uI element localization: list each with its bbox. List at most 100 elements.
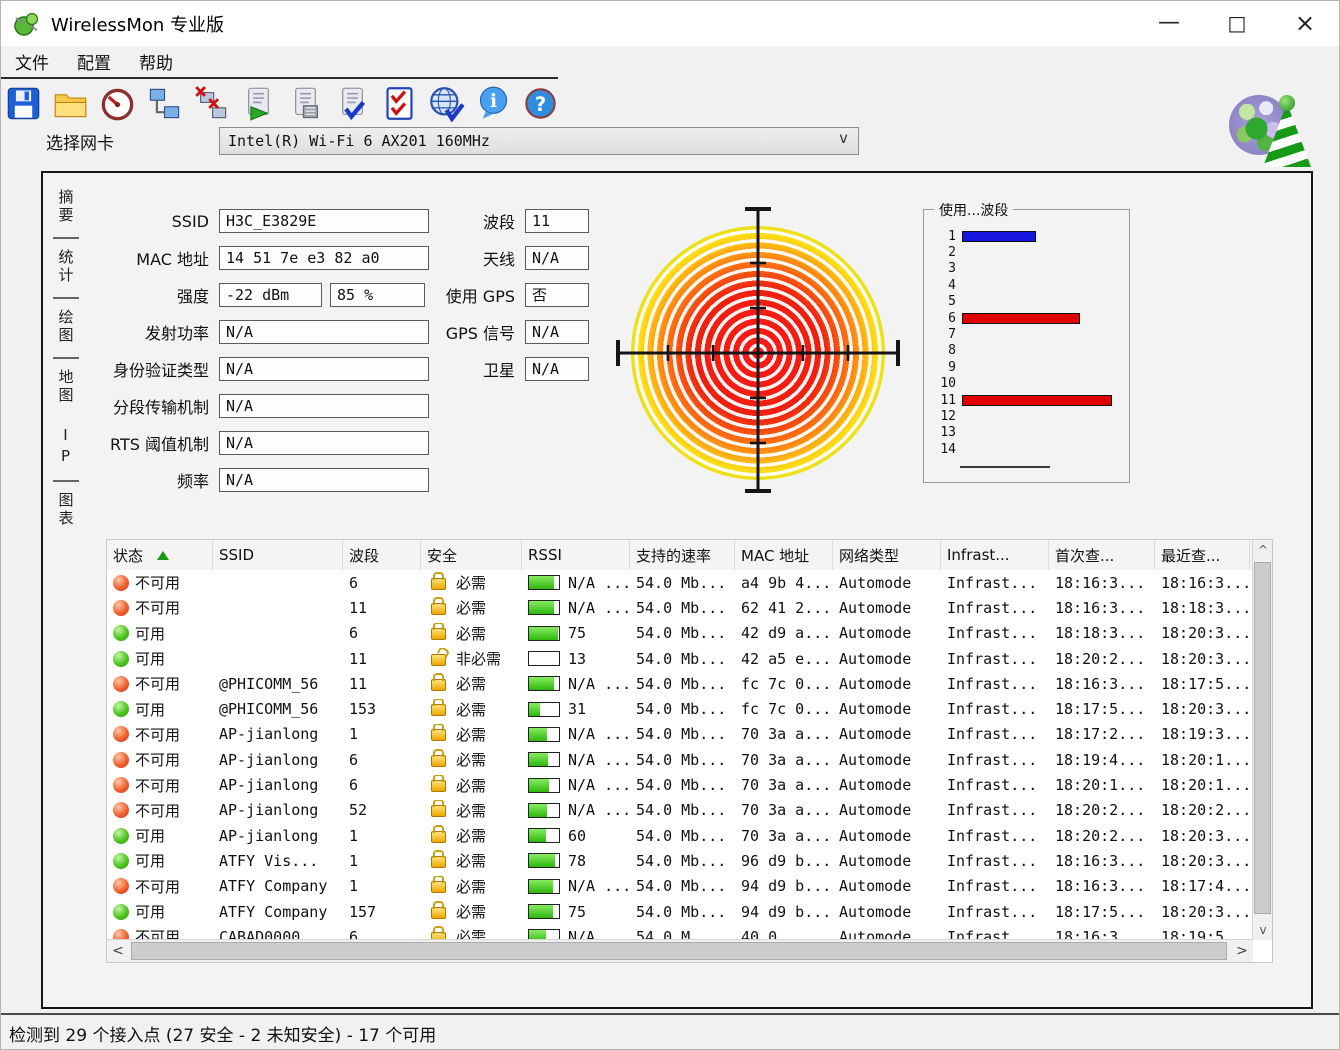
menu-item-0[interactable]: 文件 bbox=[15, 49, 49, 74]
column-header-channel[interactable]: 波段 bbox=[343, 540, 421, 570]
column-header-last[interactable]: 最近查... bbox=[1155, 540, 1250, 570]
table-row[interactable]: 可用 @PHICOMM_56 153 必需 31 54.0 Mb... fc 7c 0...… bbox=[107, 696, 1253, 721]
chevron-down-icon: v bbox=[838, 129, 848, 147]
open-folder-icon[interactable] bbox=[52, 85, 89, 122]
frequency-label: 频率 bbox=[176, 472, 209, 491]
table-row[interactable]: 不可用 6 必需 N/A ... 54.0 Mb... a4 9b 4... Automod… bbox=[107, 570, 1253, 595]
status-unavailable-icon bbox=[113, 574, 129, 591]
mac-label: MAC 地址 bbox=[136, 250, 209, 269]
window-title: WirelessMon 专业版 bbox=[51, 15, 224, 36]
table-row[interactable]: 可用 ATFY Company 157 必需 75 54.0 Mb... 94 d9 b..… bbox=[107, 899, 1253, 924]
use-gps-value: 否 bbox=[525, 283, 589, 307]
column-header-mac[interactable]: MAC 地址 bbox=[735, 540, 833, 570]
table-row[interactable]: 不可用 AP-jianlong 52 必需 N/A ... 54.0 Mb... 70 3a… bbox=[107, 798, 1253, 823]
status-unavailable-icon bbox=[113, 802, 129, 819]
rssi-bar bbox=[528, 904, 560, 919]
access-point-table: 状态 SSID 波段 安全 RSSI 支持的速率 MAC 地址 网络类型 Infrast... 首… bbox=[106, 539, 1273, 963]
table-row[interactable]: 可用 AP-jianlong 1 必需 60 54.0 Mb... 70 3a a... Au… bbox=[107, 823, 1253, 848]
info-icon[interactable]: i bbox=[475, 85, 512, 122]
table-row[interactable]: 可用 ATFY Vis... 1 必需 78 54.0 Mb... 96 d9 b... Au… bbox=[107, 848, 1253, 873]
gps-signal-value: N/A bbox=[525, 320, 589, 344]
maximize-button[interactable]: □ bbox=[1217, 7, 1257, 39]
network-adapters-icon[interactable] bbox=[146, 85, 183, 122]
status-unavailable-icon bbox=[113, 878, 129, 895]
tx-power-value: N/A bbox=[219, 320, 429, 344]
satellites-label: 卫星 bbox=[482, 361, 515, 380]
web-globe-icon[interactable] bbox=[428, 85, 465, 123]
checklist-icon[interactable] bbox=[381, 85, 418, 122]
column-header-ssid[interactable]: SSID bbox=[213, 540, 343, 570]
column-header-status[interactable]: 状态 bbox=[107, 540, 213, 570]
status-unavailable-icon bbox=[113, 599, 129, 616]
close-button[interactable]: × bbox=[1285, 7, 1325, 39]
channel-bar bbox=[962, 394, 1112, 406]
channel-bar bbox=[962, 312, 1080, 324]
table-header: 状态 SSID 波段 安全 RSSI 支持的速率 MAC 地址 网络类型 Infrast... 首… bbox=[107, 540, 1253, 571]
network-disconnect-icon[interactable] bbox=[193, 85, 230, 122]
report-verify-icon[interactable] bbox=[334, 85, 371, 122]
table-row[interactable]: 可用 11 非必需 13 54.0 Mb... 42 a5 e... Automode Inf… bbox=[107, 646, 1253, 671]
ssid-value: H3C_E3829E bbox=[219, 209, 429, 233]
column-header-first[interactable]: 首次查... bbox=[1049, 540, 1155, 570]
table-row[interactable]: 不可用 ATFY Company 1 必需 N/A ... 54.0 Mb... 94 d9… bbox=[107, 874, 1253, 899]
channel-usage-panel: 使用...波段 1 2 3 4 5 6 7 8 9 10 11 12 13 14 bbox=[923, 200, 1130, 483]
report-run-icon[interactable] bbox=[240, 85, 277, 122]
table-row[interactable]: 不可用 AP-jianlong 1 必需 N/A ... 54.0 Mb... 70 3a … bbox=[107, 722, 1253, 747]
rssi-bar bbox=[528, 752, 560, 768]
lock-icon bbox=[431, 673, 446, 691]
status-available-icon bbox=[113, 625, 129, 642]
summary-form-left: SSID H3C_E3829E MAC 地址 14 51 7e e3 82 a0 强… bbox=[51, 209, 429, 492]
satellites-value: N/A bbox=[525, 357, 589, 381]
column-header-rate[interactable]: 支持的速率 bbox=[630, 540, 735, 570]
horizontal-scroll-thumb[interactable] bbox=[131, 942, 1227, 960]
lock-icon bbox=[431, 749, 446, 767]
channel-row: 6 bbox=[930, 310, 1125, 326]
column-header-security[interactable]: 安全 bbox=[421, 540, 522, 570]
lock-icon bbox=[431, 774, 446, 793]
lock-icon bbox=[431, 597, 446, 615]
rate-gauge-icon[interactable] bbox=[99, 85, 136, 122]
column-header-infra[interactable]: Infrast... bbox=[941, 540, 1049, 570]
status-available-icon bbox=[113, 701, 129, 718]
menu-item-2[interactable]: 帮助 bbox=[139, 49, 173, 74]
status-text: 检测到 29 个接入点 (27 安全 - 2 未知安全) - 17 个可用 bbox=[9, 1025, 437, 1046]
scroll-left-arrow[interactable]: < bbox=[107, 940, 129, 962]
mac-value: 14 51 7e e3 82 a0 bbox=[219, 246, 429, 270]
scroll-right-arrow[interactable]: > bbox=[1231, 940, 1253, 962]
table-row[interactable]: 可用 6 必需 75 54.0 Mb... 42 d9 a... Automode Infra… bbox=[107, 621, 1253, 646]
lock-icon bbox=[431, 622, 446, 641]
table-body: 不可用 6 必需 N/A ... 54.0 Mb... a4 9b 4... Automod… bbox=[107, 570, 1253, 940]
column-header-nettype[interactable]: 网络类型 bbox=[833, 540, 941, 570]
report-log-icon[interactable] bbox=[287, 85, 324, 122]
vertical-scrollbar[interactable]: ^ v bbox=[1252, 540, 1272, 940]
table-row[interactable]: 不可用 AP-jianlong 6 必需 N/A ... 54.0 Mb... 70 3a … bbox=[107, 747, 1253, 772]
help-icon[interactable]: ? bbox=[522, 85, 559, 122]
adapter-selected-value: Intel(R) Wi-Fi 6 AX201 160MHz bbox=[228, 132, 490, 150]
channel-bar bbox=[962, 230, 1036, 242]
table-row[interactable]: 不可用 CABAD0000 6 必需 N/A 54.0 M... 40 0... Automo… bbox=[107, 924, 1253, 940]
table-row[interactable]: 不可用 @PHICOMM_56 11 必需 N/A ... 54.0 Mb... fc 7c… bbox=[107, 671, 1253, 696]
horizontal-scrollbar[interactable]: < > bbox=[107, 939, 1253, 962]
table-row[interactable]: 不可用 11 必需 N/A ... 54.0 Mb... 62 41 2... Automo… bbox=[107, 595, 1253, 620]
table-row[interactable]: 不可用 AP-jianlong 6 必需 N/A ... 54.0 Mb... 70 3a … bbox=[107, 772, 1253, 797]
channel-row: 2 bbox=[948, 245, 956, 261]
status-unavailable-icon bbox=[113, 675, 129, 692]
vertical-scroll-thumb[interactable] bbox=[1254, 562, 1271, 914]
menu-item-1[interactable]: 配置 bbox=[77, 49, 111, 74]
status-unavailable-icon bbox=[113, 777, 129, 794]
rssi-bar bbox=[528, 575, 560, 591]
tx-power-label: 发射功率 bbox=[144, 324, 209, 343]
scroll-up-arrow[interactable]: ^ bbox=[1253, 540, 1273, 560]
adapter-select[interactable]: Intel(R) Wi-Fi 6 AX201 160MHz v bbox=[219, 127, 859, 155]
scroll-down-arrow[interactable]: v bbox=[1253, 920, 1273, 940]
channel-value: 11 bbox=[525, 209, 589, 233]
minimize-button[interactable]: — bbox=[1149, 7, 1189, 39]
rts-threshold-value: N/A bbox=[219, 431, 429, 455]
status-unavailable-icon bbox=[113, 751, 129, 768]
status-available-icon bbox=[113, 903, 129, 920]
strength-label: 强度 bbox=[176, 287, 209, 306]
column-header-rssi[interactable]: RSSI bbox=[522, 540, 630, 570]
save-icon[interactable] bbox=[5, 85, 42, 122]
channel-row: 3 bbox=[948, 261, 956, 277]
channel-row: 9 bbox=[948, 359, 956, 375]
